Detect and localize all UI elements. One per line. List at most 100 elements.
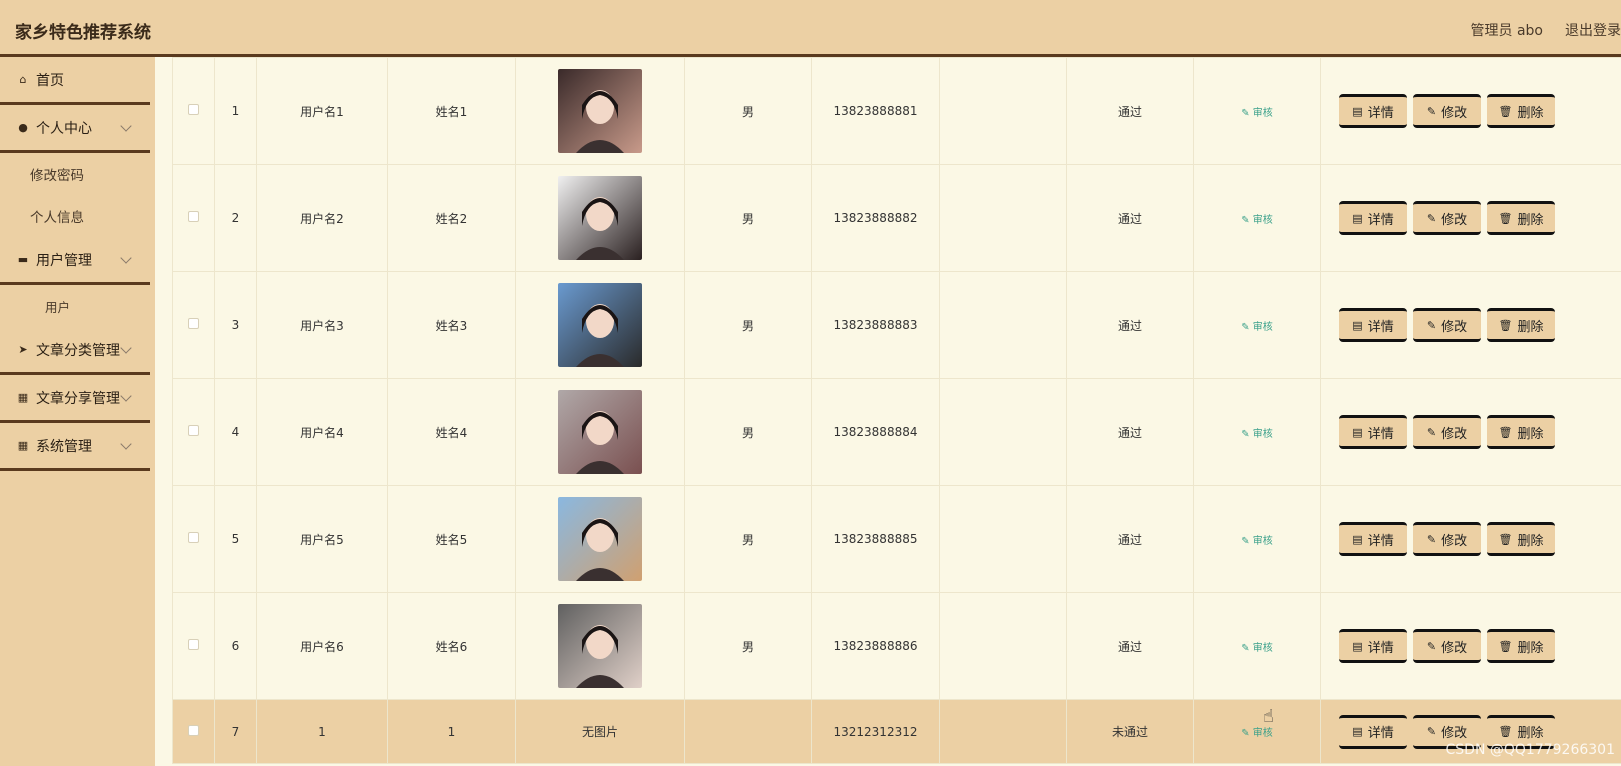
sidebar-item-article-share[interactable]: ▦ 文章分享管理 [0, 375, 150, 423]
cell-index: 5 [214, 485, 257, 593]
pencil-icon: ✎ [1426, 318, 1437, 332]
cell-gender: 男 [684, 485, 812, 593]
delete-button[interactable]: 🗑 删除 [1487, 522, 1555, 556]
detail-button[interactable]: ▤ 详情 [1339, 308, 1407, 342]
cell-status: 通过 [1066, 592, 1194, 700]
avatar [558, 390, 642, 474]
audit-link[interactable]: ✎ 审核 [1241, 728, 1273, 739]
delete-label: 删除 [1517, 726, 1544, 741]
cell-username: 用户名2 [256, 164, 388, 272]
home-icon: ⌂ [19, 73, 27, 86]
cell-gender: 男 [684, 271, 812, 379]
document-icon: ▤ [1352, 104, 1363, 118]
chevron-down-icon [120, 438, 132, 450]
hand-cursor-icon: ☝ [1263, 706, 1274, 727]
trash-icon: 🗑 [1498, 725, 1513, 738]
cell-username: 用户名1 [256, 57, 388, 165]
sidebar-item-label: 个人中心 [36, 120, 92, 137]
sidebar-subitem-password[interactable]: 修改密码 [0, 153, 155, 195]
cell-name: 姓名5 [387, 485, 516, 593]
cell-phone: 13823888883 [811, 271, 940, 379]
sidebar-item-label: 用户管理 [36, 252, 92, 269]
table-row: 7 1 1 无图片 13212312312 未通过 ✎ 审核 ▤ 详情 ✎ 修改 🗑 删除 [172, 699, 1621, 764]
sidebar-subitem-profile[interactable]: 个人信息 [0, 195, 155, 237]
cell-status: 通过 [1066, 57, 1194, 165]
cell-photo: 无图片 [515, 699, 685, 764]
delete-label: 删除 [1517, 533, 1544, 549]
cell-name: 1 [387, 699, 516, 764]
cell-gender: 男 [684, 378, 812, 486]
cell-username: 1 [256, 699, 388, 764]
trash-icon: 🗑 [1498, 425, 1513, 439]
trash-icon: 🗑 [1498, 104, 1513, 118]
delete-button[interactable]: 🗑 删除 [1487, 415, 1555, 449]
audit-link[interactable]: ✎ 审核 [1241, 215, 1273, 226]
document-icon: ▤ [1352, 725, 1363, 738]
row-checkbox[interactable] [188, 425, 199, 436]
row-checkbox[interactable] [188, 532, 199, 543]
watermark: CSDN @QQ1779266301 [1445, 742, 1615, 758]
detail-label: 详情 [1367, 319, 1394, 335]
detail-label: 详情 [1367, 426, 1394, 442]
document-icon: ▤ [1352, 318, 1363, 332]
pencil-icon: ✎ [1241, 214, 1253, 226]
delete-button[interactable]: 🗑 删除 [1487, 94, 1555, 128]
audit-label: 审核 [1252, 535, 1273, 547]
cell-phone: 13823888885 [811, 485, 940, 593]
row-checkbox[interactable] [188, 104, 199, 115]
edit-label: 修改 [1441, 640, 1468, 656]
grid-icon: ▦ [17, 439, 29, 452]
audit-link[interactable]: ✎ 审核 [1241, 536, 1273, 547]
edit-button[interactable]: ✎ 修改 [1413, 522, 1481, 556]
logout-link[interactable]: 退出登录 [1565, 20, 1621, 40]
edit-button[interactable]: ✎ 修改 [1413, 94, 1481, 128]
audit-link[interactable]: ✎ 审核 [1241, 643, 1273, 654]
row-checkbox[interactable] [188, 318, 199, 329]
sidebar-item-label: 系统管理 [36, 438, 92, 455]
avatar [558, 69, 642, 153]
edit-button[interactable]: ✎ 修改 [1413, 308, 1481, 342]
row-checkbox[interactable] [188, 639, 199, 650]
delete-label: 删除 [1517, 426, 1544, 442]
pencil-icon: ✎ [1241, 535, 1253, 547]
delete-button[interactable]: 🗑 删除 [1487, 201, 1555, 235]
detail-button[interactable]: ▤ 详情 [1339, 415, 1407, 449]
cell-gender: 男 [684, 592, 812, 700]
cell-phone: 13823888886 [811, 592, 940, 700]
detail-button[interactable]: ▤ 详情 [1339, 629, 1407, 663]
user-icon: ● [18, 121, 28, 134]
audit-label: 审核 [1252, 321, 1273, 333]
sidebar-item-article-category[interactable]: ➤ 文章分类管理 [0, 327, 150, 375]
delete-label: 删除 [1517, 319, 1544, 335]
sidebar-item-home[interactable]: ⌂ 首页 [0, 57, 150, 105]
pencil-icon: ✎ [1241, 428, 1253, 440]
edit-button[interactable]: ✎ 修改 [1413, 629, 1481, 663]
sidebar-item-system[interactable]: ▦ 系统管理 [0, 423, 150, 471]
pencil-icon: ✎ [1426, 532, 1437, 546]
audit-link[interactable]: ✎ 审核 [1241, 108, 1273, 119]
detail-button[interactable]: ▤ 详情 [1339, 201, 1407, 235]
detail-button[interactable]: ▤ 详情 [1339, 522, 1407, 556]
sidebar-item-label: 文章分类管理 [36, 342, 120, 359]
cell-photo [515, 271, 685, 379]
sidebar-subitem-user[interactable]: 用户 [0, 285, 155, 327]
delete-button[interactable]: 🗑 删除 [1487, 308, 1555, 342]
no-photo-text: 无图片 [581, 725, 618, 739]
audit-link[interactable]: ✎ 审核 [1241, 429, 1273, 440]
edit-label: 修改 [1441, 533, 1468, 549]
detail-button[interactable]: ▤ 详情 [1339, 714, 1407, 749]
delete-button[interactable]: 🗑 删除 [1487, 629, 1555, 663]
header-bar: 家乡特色推荐系统 管理员 abo 退出登录 [0, 0, 1621, 57]
row-checkbox[interactable] [188, 724, 199, 736]
detail-label: 详情 [1367, 533, 1394, 549]
sidebar-item-personal[interactable]: ● 个人中心 [0, 105, 150, 153]
audit-label: 审核 [1252, 428, 1273, 440]
detail-button[interactable]: ▤ 详情 [1339, 94, 1407, 128]
cell-photo [515, 592, 685, 700]
edit-label: 修改 [1441, 212, 1468, 228]
edit-button[interactable]: ✎ 修改 [1413, 201, 1481, 235]
audit-link[interactable]: ✎ 审核 [1241, 322, 1273, 333]
sidebar-item-user-mgmt[interactable]: ▬ 用户管理 [0, 237, 150, 285]
edit-button[interactable]: ✎ 修改 [1413, 415, 1481, 449]
row-checkbox[interactable] [188, 211, 199, 222]
